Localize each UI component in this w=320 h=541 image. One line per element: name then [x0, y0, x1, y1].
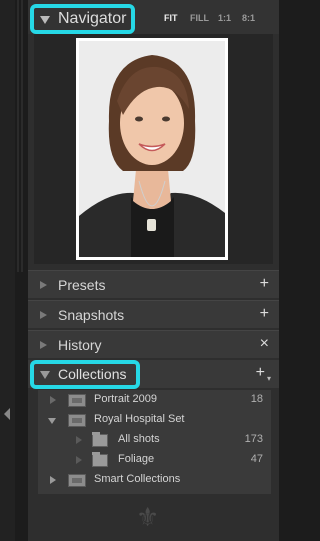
- collection-icon: [92, 452, 108, 467]
- history-clear-close-icon[interactable]: ×: [260, 335, 269, 353]
- triangle-right-icon[interactable]: [50, 396, 56, 404]
- list-item[interactable]: Royal Hospital Set: [38, 410, 271, 430]
- triangle-down-icon: [40, 16, 50, 24]
- presets-header[interactable]: Presets +: [28, 270, 279, 298]
- triangle-right-icon: [76, 456, 82, 464]
- triangle-right-icon: [40, 281, 47, 289]
- zoom-1-1[interactable]: 1:1: [218, 13, 231, 23]
- list-item[interactable]: All shots 173: [38, 430, 271, 450]
- zoom-fill[interactable]: FILL: [190, 13, 209, 23]
- navigator-title: Navigator: [58, 10, 127, 27]
- collection-set-icon: [68, 394, 86, 407]
- triangle-down-icon: [40, 371, 50, 379]
- fleuron-ornament-icon: ⚜: [136, 502, 160, 532]
- snapshots-label: Snapshots: [58, 307, 125, 323]
- list-item[interactable]: Foliage 47: [38, 450, 271, 470]
- zoom-8-1[interactable]: 8:1: [242, 13, 255, 23]
- list-item[interactable]: Portrait 2009 18: [38, 390, 271, 410]
- divider: [17, 0, 19, 272]
- history-label: History: [58, 337, 102, 353]
- right-panel: Navigator FIT FILL 1:1 8:1 Presets + Sna…: [28, 0, 279, 541]
- navigator-header[interactable]: Navigator FIT FILL 1:1 8:1: [28, 0, 279, 34]
- collection-count: 47: [250, 453, 263, 465]
- collections-list: Portrait 2009 18 Royal Hospital Set All …: [38, 390, 271, 494]
- snapshots-add-plus-icon[interactable]: +: [260, 305, 269, 323]
- collections-add-plus-icon[interactable]: +: [256, 364, 265, 382]
- presets-add-plus-icon[interactable]: +: [260, 275, 269, 293]
- collections-header[interactable]: Collections + ▾: [28, 360, 279, 389]
- triangle-right-icon[interactable]: [50, 476, 56, 484]
- collection-count: 18: [250, 393, 263, 405]
- collection-set-icon: [68, 414, 86, 427]
- left-panel-strip: [0, 0, 15, 541]
- collections-title: Collections: [58, 366, 127, 382]
- presets-label: Presets: [58, 277, 106, 293]
- collection-label: Smart Collections: [94, 473, 181, 485]
- collection-label: Portrait 2009: [94, 393, 157, 405]
- triangle-right-icon: [40, 341, 47, 349]
- collection-label: All shots: [118, 433, 160, 445]
- panel-left-arrow-icon[interactable]: [4, 408, 10, 420]
- chevron-down-icon[interactable]: ▾: [267, 374, 271, 383]
- navigator-photo[interactable]: [76, 38, 228, 260]
- list-item[interactable]: Smart Collections: [38, 470, 271, 490]
- triangle-right-icon: [40, 311, 47, 319]
- history-header[interactable]: History ×: [28, 330, 279, 358]
- zoom-fit[interactable]: FIT: [164, 13, 178, 23]
- portrait-image: [79, 41, 225, 257]
- divider: [21, 0, 23, 272]
- collection-count: 173: [244, 433, 263, 445]
- collection-label: Foliage: [118, 453, 155, 465]
- triangle-right-icon: [76, 436, 82, 444]
- collection-set-icon: [68, 474, 86, 487]
- collection-icon: [92, 432, 108, 447]
- triangle-down-icon[interactable]: [48, 418, 56, 424]
- snapshots-header[interactable]: Snapshots +: [28, 300, 279, 328]
- collection-label: Royal Hospital Set: [94, 413, 185, 425]
